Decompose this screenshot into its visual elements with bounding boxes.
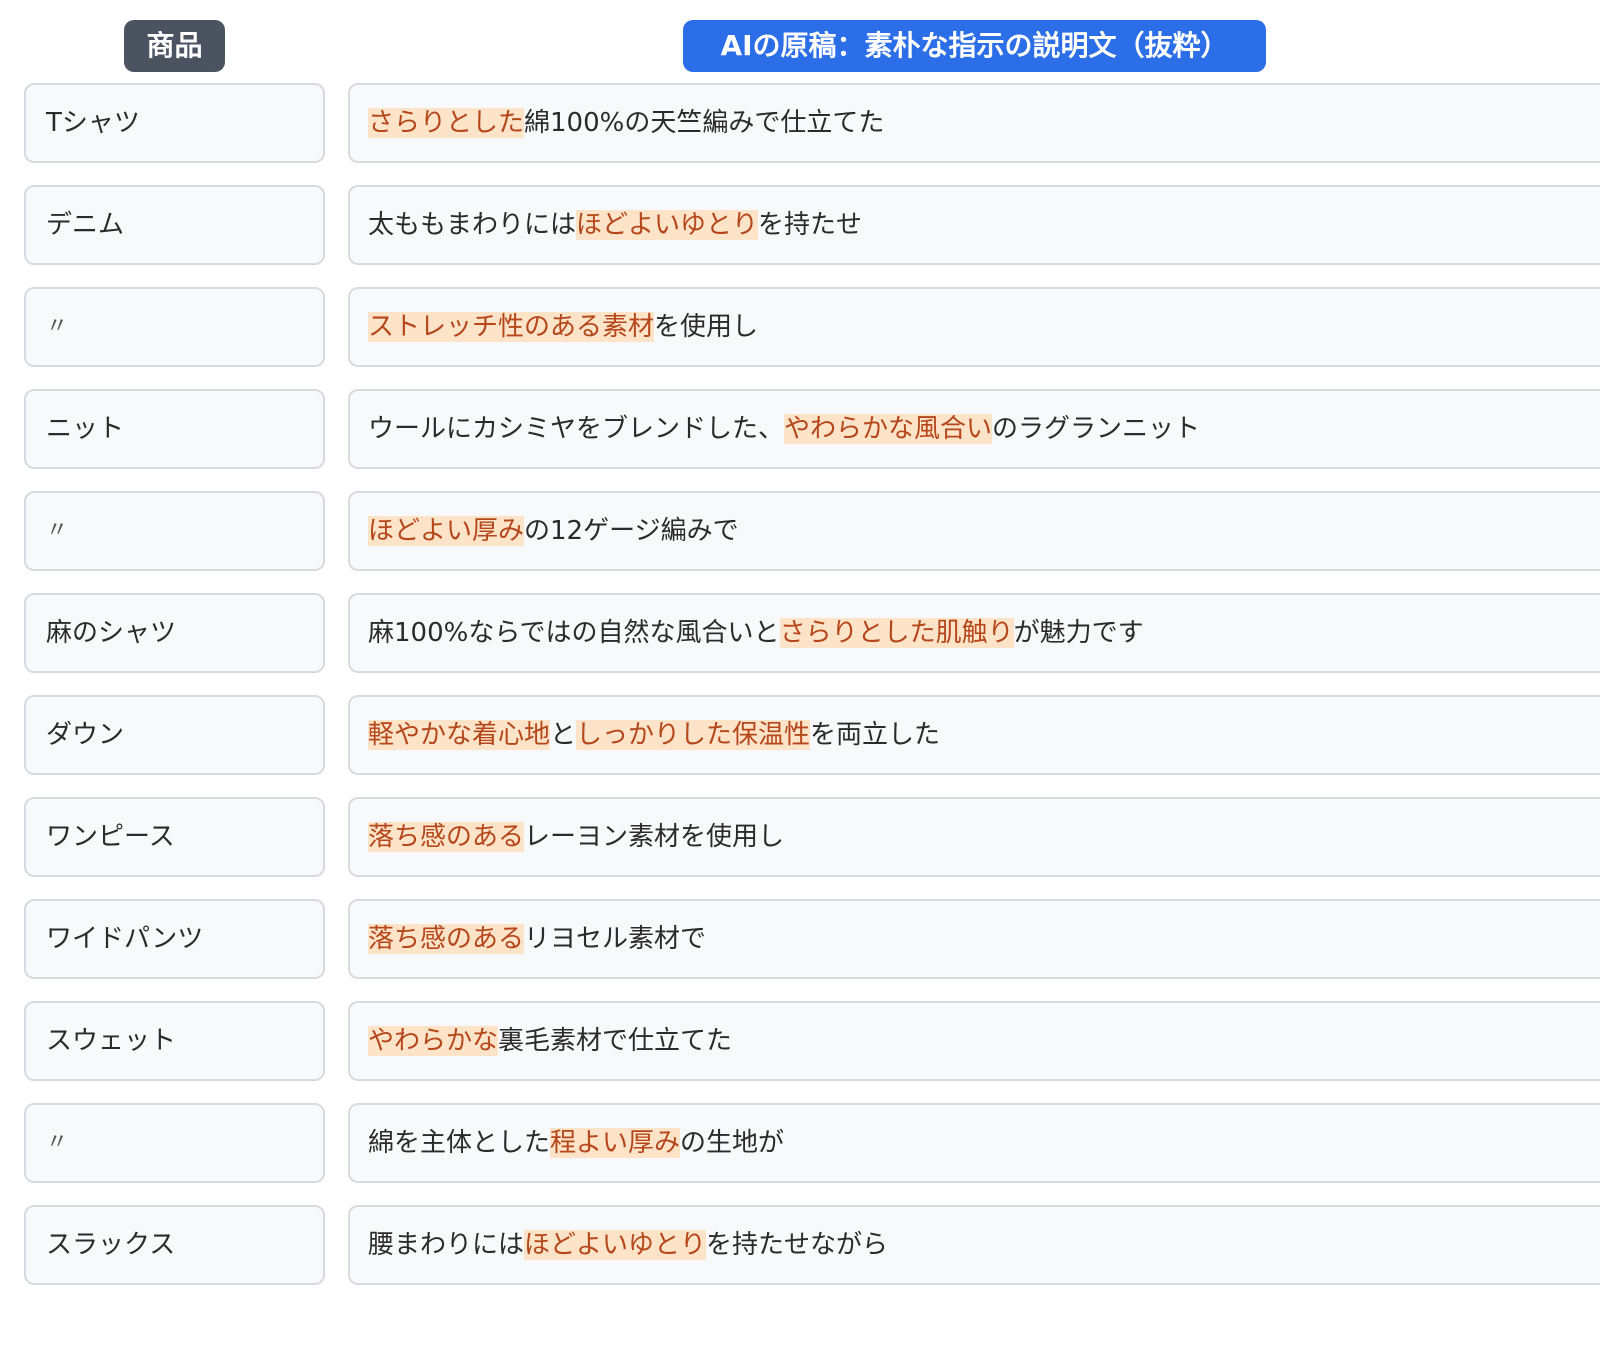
table-row: ダウン 軽やかな着心地としっかりした保温性を両立した [0,695,1600,775]
description-text: 腰まわりにはほどよいゆとりを持たせながら [368,1207,888,1283]
product-name: 〃 [46,518,69,543]
description-text: 綿を主体とした程よい厚みの生地が [368,1105,784,1181]
product-cell: 〃 [24,491,325,571]
table-row: スウェット やわらかな裏毛素材で仕立てた [0,1001,1600,1081]
product-cell: スウェット [24,1001,325,1081]
product-cell: デニム [24,185,325,265]
description-column-header: AIの原稿：素朴な指示の説明文（抜粋） [683,20,1266,72]
table-row: デニム 太ももまわりにはほどよいゆとりを持たせ [0,185,1600,265]
plain-text: の12ゲージ編みで [524,516,739,546]
product-cell: 麻のシャツ [24,593,325,673]
table-row: ニット ウールにカシミヤをブレンドした、やわらかな風合いのラグランニット [0,389,1600,469]
plain-text: リヨセル素材で [524,924,707,954]
plain-text: の生地が [680,1128,785,1158]
product-name: Tシャツ [46,108,140,138]
product-cell: ダウン [24,695,325,775]
product-cell: 〃 [24,1103,325,1183]
description-cell: さらりとした綿100%の天竺編みで仕立てた [348,83,1600,163]
description-text: 麻100%ならではの自然な風合いとさらりとした肌触りが魅力です [368,595,1144,671]
table-row: ワンピース 落ち感のあるレーヨン素材を使用し [0,797,1600,877]
table-row: ワイドパンツ 落ち感のあるリヨセル素材で [0,899,1600,979]
description-text: 太ももまわりにはほどよいゆとりを持たせ [368,187,862,263]
description-cell: 腰まわりにはほどよいゆとりを持たせながら [348,1205,1600,1285]
description-cell: 落ち感のあるリヨセル素材で [348,899,1600,979]
description-cell: ウールにカシミヤをブレンドした、やわらかな風合いのラグランニット [348,389,1600,469]
description-cell: 軽やかな着心地としっかりした保温性を両立した [348,695,1600,775]
plain-text: 綿を主体とした [368,1128,551,1158]
table-row: 〃 ほどよい厚みの12ゲージ編みで [0,491,1600,571]
highlighted-phrase: 軽やかな着心地 [368,720,551,750]
description-text: 落ち感のあるリヨセル素材で [368,901,706,977]
highlighted-phrase: しっかりした保温性 [576,720,811,750]
description-text: やわらかな裏毛素材で仕立てた [368,1003,732,1079]
table-row: 〃 綿を主体とした程よい厚みの生地が [0,1103,1600,1183]
highlighted-phrase: さらりとした肌触り [779,618,1014,648]
plain-text: 麻100%ならではの自然な風合いと [368,618,780,648]
plain-text: 裏毛素材で仕立てた [498,1026,733,1056]
plain-text: 腰まわりには [368,1230,525,1260]
product-name: 〃 [46,1130,69,1155]
product-cell: ワイドパンツ [24,899,325,979]
product-cell: ニット [24,389,325,469]
highlighted-phrase: やわらかな風合い [784,414,993,444]
highlighted-phrase: やわらかな [368,1026,499,1056]
table-row: Tシャツ さらりとした綿100%の天竺編みで仕立てた [0,83,1600,163]
description-cell: ほどよい厚みの12ゲージ編みで [348,491,1600,571]
product-cell: ワンピース [24,797,325,877]
description-text: ウールにカシミヤをブレンドした、やわらかな風合いのラグランニット [368,391,1200,467]
description-text: ほどよい厚みの12ゲージ編みで [368,493,739,569]
plain-text: ウールにカシミヤをブレンドした、 [368,414,785,444]
product-name: 麻のシャツ [46,618,177,648]
description-cell: ストレッチ性のある素材を使用し [348,287,1600,367]
plain-text: と [550,720,577,750]
product-name: ワイドパンツ [46,924,204,954]
product-cell: 〃 [24,287,325,367]
plain-text: レーヨン素材を使用し [524,822,785,852]
product-column-header: 商品 [124,20,225,72]
highlighted-phrase: ほどよいゆとり [576,210,759,240]
highlighted-phrase: 程よい厚み [550,1128,681,1158]
plain-text: を使用し [654,312,759,342]
plain-text: 太ももまわりには [368,210,577,240]
table-row: 麻のシャツ 麻100%ならではの自然な風合いとさらりとした肌触りが魅力です [0,593,1600,673]
product-name: デニム [46,210,125,240]
description-cell: 落ち感のあるレーヨン素材を使用し [348,797,1600,877]
description-text: 落ち感のあるレーヨン素材を使用し [368,799,784,875]
plain-text: 綿100%の天竺編みで仕立てた [524,108,885,138]
highlighted-phrase: ほどよいゆとり [524,1230,707,1260]
product-name: 〃 [46,314,69,339]
product-name: ニット [46,414,125,444]
highlighted-phrase: 落ち感のある [368,924,525,954]
plain-text: を持たせながら [706,1230,889,1260]
table-row: スラックス 腰まわりにはほどよいゆとりを持たせながら [0,1205,1600,1285]
product-cell: Tシャツ [24,83,325,163]
plain-text: のラグランニット [992,414,1201,444]
description-cell: 綿を主体とした程よい厚みの生地が [348,1103,1600,1183]
product-name: スラックス [46,1230,176,1260]
highlighted-phrase: 落ち感のある [368,822,525,852]
description-cell: やわらかな裏毛素材で仕立てた [348,1001,1600,1081]
plain-text: を持たせ [758,210,863,240]
table-row: 〃 ストレッチ性のある素材を使用し [0,287,1600,367]
highlighted-phrase: さらりとした [368,108,525,138]
description-text: 軽やかな着心地としっかりした保温性を両立した [368,697,940,773]
description-cell: 太ももまわりにはほどよいゆとりを持たせ [348,185,1600,265]
description-cell: 麻100%ならではの自然な風合いとさらりとした肌触りが魅力です [348,593,1600,673]
plain-text: が魅力です [1013,618,1144,648]
product-cell: スラックス [24,1205,325,1285]
highlighted-phrase: ストレッチ性のある素材 [368,312,655,342]
plain-text: を両立した [810,720,941,750]
product-name: ダウン [46,720,125,750]
product-name: スウェット [46,1026,177,1056]
description-text: さらりとした綿100%の天竺編みで仕立てた [368,85,884,161]
product-name: ワンピース [46,822,175,852]
description-text: ストレッチ性のある素材を使用し [368,289,758,365]
highlighted-phrase: ほどよい厚み [368,516,525,546]
